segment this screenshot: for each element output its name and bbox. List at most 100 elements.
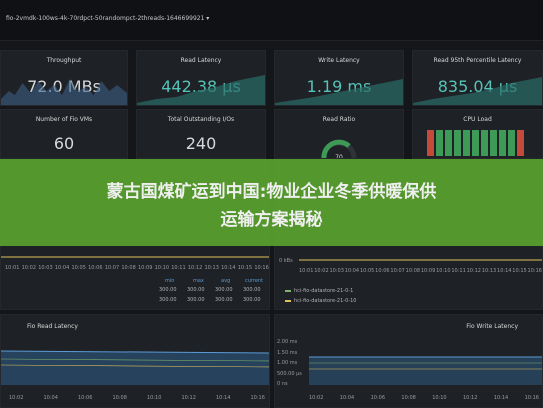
x-tick: 10:16 [254,265,269,271]
x-tick: 10:10 [154,265,170,271]
x-tick: 10:04 [54,265,70,271]
x-tick: 10:04 [43,395,58,401]
y-tick: 500.00 µs [277,370,302,377]
legend-swatch [285,299,291,302]
table-cell: 300.00 [159,287,177,293]
x-tick: 10:02 [21,265,37,271]
dashboard-title-dropdown[interactable]: fio-2vmdk-100ws-4k-70rdpct-50randompct-2… [6,15,209,22]
x-tick: 10:10 [436,268,451,274]
x-tick: 10:16 [524,395,539,401]
table-header-min: min [165,278,175,284]
x-tick: 10:07 [104,265,120,271]
mid-left-xaxis: 10:01 10:02 10:03 10:04 10:05 10:06 10:0… [5,265,269,271]
legend-label: hci-fio-datastore-21-0-1 [294,288,354,294]
panel-outstanding-ios[interactable]: Total Outstanding I/Os 240 [136,109,266,159]
panel-read-ratio[interactable]: Read Ratio 70 [274,109,404,159]
y-tick: 1.00 ms [277,360,298,366]
read-ratio-gauge: 70 [321,139,357,158]
write-latency-sparkline [275,79,403,105]
legend-swatch [285,289,291,292]
legend-item[interactable]: hci-fio-datastore-21-0-10 [285,298,356,304]
panel-title: Read Ratio [322,116,356,123]
headline-line-1: 蒙古国煤矿运到中国:物业企业冬季供暖保供 [106,182,437,202]
x-tick: 10:03 [329,268,344,274]
write-latency-chart [309,356,542,385]
panel-cpu-load[interactable]: CPU Load [412,109,543,159]
panel-write-latency[interactable]: Write Latency 1.19 ms [274,50,404,106]
panel-title: Throughput [46,57,82,64]
read-p95-sparkline [413,77,542,105]
x-tick: 10:01 [5,265,20,271]
panel-title: Read Latency [180,57,222,64]
panel-read-latency[interactable]: Read Latency 442.38 µs [136,50,266,106]
panel-title: Number of Fio VMs [35,116,93,123]
x-tick: 10:14 [493,395,509,401]
table-cell: 300.00 [187,297,205,303]
mid-right-series [299,259,542,261]
x-tick: 10:06 [375,268,390,274]
x-tick: 10:06 [370,395,386,401]
table-cell: 300.00 [243,297,261,303]
x-tick: 10:10 [432,395,447,401]
x-tick: 10:14 [216,395,231,401]
legend-item[interactable]: hci-fio-datastore-21-0-1 [285,288,353,294]
table-cell: 300.00 [215,297,233,303]
panel-title: Fio Write Latency [466,323,518,330]
read-latency-chart [1,350,269,385]
panel-fio-vm-count[interactable]: Number of Fio VMs 60 [0,109,128,159]
x-tick: 10:05 [71,265,86,271]
x-tick: 10:04 [339,395,355,401]
mid-left-series [1,256,269,258]
panel-value: 240 [185,134,217,153]
table-header-avg: avg [221,278,231,284]
panel-fio-write-latency[interactable]: Fio Write Latency 2.00 ms 1.50 ms 1.00 m… [274,314,543,408]
mid-right-yaxis: 0 kBs [279,258,293,264]
panel-title: Read 95th Percentile Latency [433,57,522,64]
x-tick: 10:01 [299,268,314,274]
mid-right-xaxis: 10:01 10:02 10:03 10:04 10:05 10:06 10:0… [299,268,542,274]
panel-title: Write Latency [318,57,360,64]
x-tick: 10:14 [497,268,512,274]
headline-banner[interactable]: 蒙古国煤矿运到中国:物业企业冬季供暖保供 运输方案揭秘 [0,159,543,246]
x-tick: 10:04 [344,268,360,274]
x-tick: 10:02 [309,395,324,401]
throughput-sparkline [1,79,127,105]
legend-label: hci-fio-datastore-21-0-10 [294,298,357,304]
headline-line-2: 运输方案揭秘 [220,210,323,230]
panel-read-p95-latency[interactable]: Read 95th Percentile Latency 835.04 µs [412,50,543,106]
panel-title: CPU Load [463,116,492,123]
panel-value: 60 [53,134,75,153]
table-cell: 300.00 [215,287,233,293]
x-tick: 10:06 [88,265,103,271]
x-tick: 10:12 [466,268,481,274]
x-tick: 10:16 [527,268,542,274]
x-tick: 10:05 [359,268,375,274]
x-tick: 10:06 [78,395,93,401]
panel-throughput[interactable]: Throughput 72.0 MBs [0,50,128,106]
x-tick: 10:02 [9,395,24,401]
x-tick: 10:03 [38,265,53,271]
table-cell: 300.00 [187,287,205,293]
read-latency-xaxis: 10:02 10:04 10:06 10:08 10:10 10:12 10:1… [9,395,265,401]
y-tick: 2.00 ms [277,339,298,345]
x-tick: 10:07 [390,268,405,274]
x-tick: 10:08 [121,265,136,271]
panel-fio-read-latency[interactable]: Fio Read Latency 10:02 10:04 10:06 10:08… [0,314,270,408]
x-tick: 10:08 [112,395,127,401]
y-tick: 1.50 ms [277,349,298,356]
x-tick: 10:13 [204,265,219,271]
y-tick: 0 ns [277,381,288,387]
panel-title: Total Outstanding I/Os [167,116,235,123]
x-tick: 10:15 [237,265,253,271]
write-latency-yaxis: 2.00 ms 1.50 ms 1.00 ms 500.00 µs 0 ns [277,337,302,390]
x-tick: 10:11 [171,265,186,271]
read-latency-sparkline [137,75,265,105]
x-tick: 10:08 [401,395,416,401]
panel-title: Fio Read Latency [27,323,78,330]
x-tick: 10:12 [187,265,203,271]
table-cell: 300.00 [159,297,177,303]
table-header-max: max [193,278,204,284]
x-tick: 10:10 [147,395,162,401]
x-tick: 10:12 [462,395,478,401]
x-tick: 10:08 [405,268,421,274]
